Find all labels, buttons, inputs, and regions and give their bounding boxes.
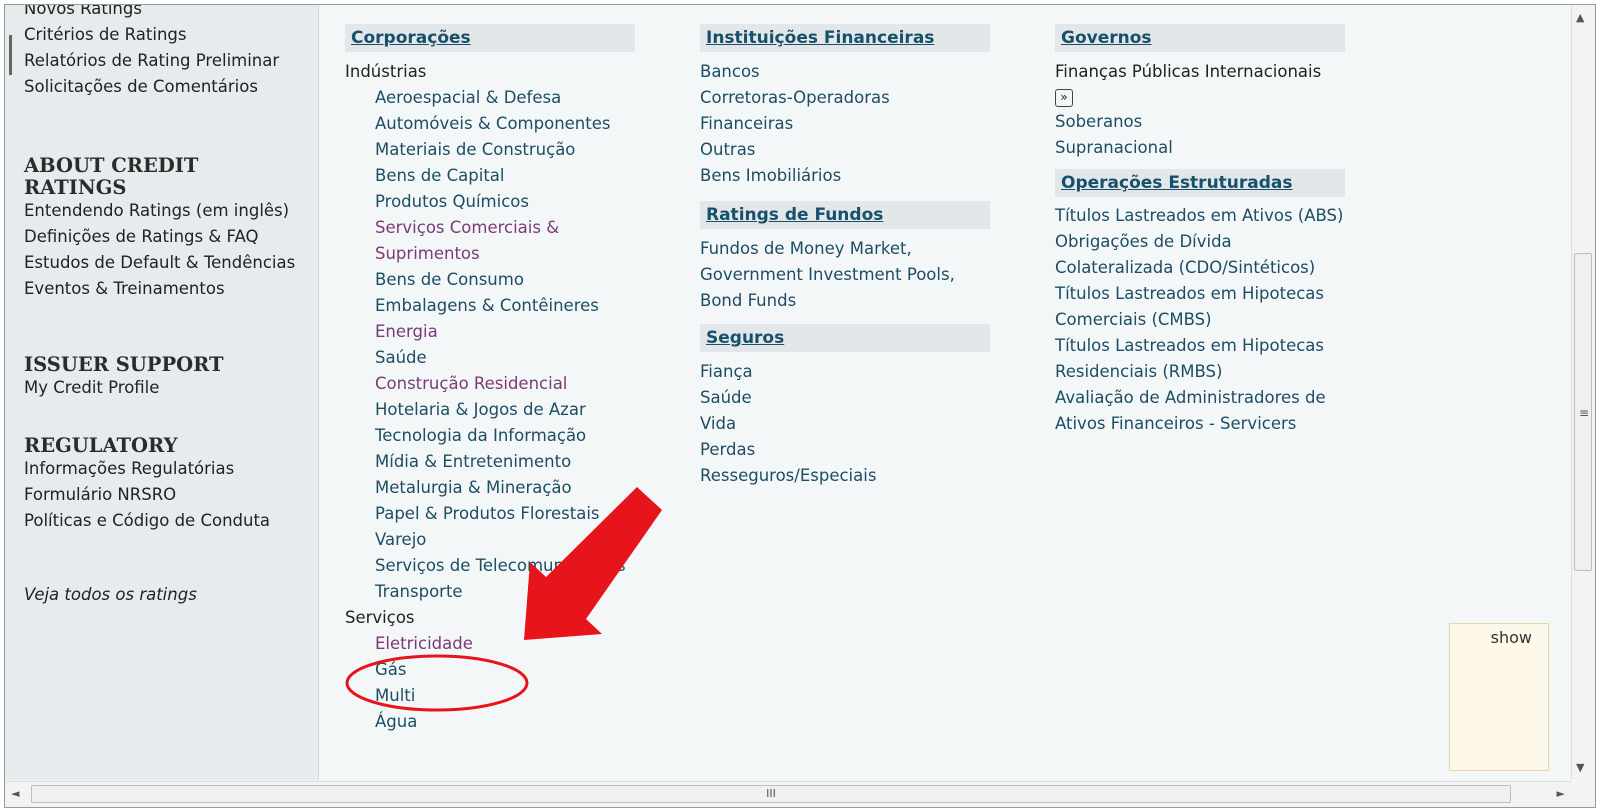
sidebar-about-link-3[interactable]: Eventos & Treinamentos: [24, 279, 304, 299]
show-link[interactable]: show: [1491, 628, 1532, 647]
sidebar-regulatory-link-1[interactable]: Formulário NRSRO: [24, 485, 304, 505]
operacao-link-1[interactable]: Obrigações de Dívida Colateralizada (CDO…: [1055, 229, 1345, 281]
sidebar-about-link-1[interactable]: Definições de Ratings & FAQ: [24, 227, 304, 247]
instituicoes-title-link[interactable]: Instituições Financeiras: [706, 28, 934, 48]
operacoes-title-link[interactable]: Operações Estruturadas: [1061, 173, 1293, 193]
operacao-link-4[interactable]: Avaliação de Administradores de Ativos F…: [1055, 385, 1345, 437]
industria-link-2[interactable]: Materiais de Construção: [345, 137, 635, 163]
sidebar-link-2[interactable]: Relatórios de Rating Preliminar: [24, 51, 304, 71]
horizontal-scroll-thumb[interactable]: III: [31, 785, 1511, 803]
column-corporacoes: Corporações Indústrias Aeroespacial & De…: [345, 24, 635, 735]
sidebar-link-0[interactable]: Novos Ratings: [24, 5, 304, 19]
industria-link-6[interactable]: Bens de Consumo: [345, 267, 635, 293]
main-content: Corporações Indústrias Aeroespacial & De…: [319, 5, 1549, 780]
seguro-link-0[interactable]: Fiança: [700, 359, 990, 385]
sidebar-edge-marker: [9, 35, 12, 75]
show-panel: show: [1449, 623, 1549, 771]
industria-link-15[interactable]: Papel & Produtos Florestais: [345, 501, 635, 527]
scroll-grip-icon: ≡: [1579, 406, 1590, 420]
servico-link-1[interactable]: Gás: [345, 657, 635, 683]
vertical-scroll-thumb[interactable]: ≡: [1574, 253, 1592, 571]
sidebar-issuer: ISSUER SUPPORT My Credit Profile: [24, 354, 304, 404]
issuer-support-heading: ISSUER SUPPORT: [24, 353, 224, 376]
industria-link-10[interactable]: Construção Residencial: [345, 371, 635, 397]
industria-link-0[interactable]: Aeroespacial & Defesa: [345, 85, 635, 111]
instituicao-link-2[interactable]: Financeiras: [700, 111, 990, 137]
industria-link-7[interactable]: Embalagens & Contêineres: [345, 293, 635, 319]
sidebar-top-links: Novos Ratings Critérios de Ratings Relatór…: [24, 5, 304, 103]
sidebar-regulatory: REGULATORY Informações Regulatórias Formu…: [24, 435, 304, 537]
seguro-link-1[interactable]: Saúde: [700, 385, 990, 411]
about-credit-ratings-heading: ABOUT CREDIT RATINGS: [24, 154, 199, 199]
industria-link-3[interactable]: Bens de Capital: [345, 163, 635, 189]
scroll-down-icon[interactable]: ▼: [1576, 761, 1584, 774]
instituicao-link-3[interactable]: Outras: [700, 137, 990, 163]
operacoes-header: Operações Estruturadas: [1055, 169, 1345, 197]
servico-link-2[interactable]: Multi: [345, 683, 635, 709]
servico-link-0[interactable]: Eletricidade: [345, 631, 635, 657]
sidebar-link-3[interactable]: Solicitações de Comentários: [24, 77, 304, 97]
fundos-link[interactable]: Fundos de Money Market, Government Inves…: [700, 236, 980, 314]
sidebar: Novos Ratings Critérios de Ratings Relatór…: [5, 5, 319, 780]
browser-frame: Novos Ratings Critérios de Ratings Relatór…: [4, 4, 1596, 808]
horizontal-scrollbar[interactable]: ◄ III ►: [5, 781, 1571, 807]
governo-link-1[interactable]: Supranacional: [1055, 135, 1345, 161]
industria-link-4[interactable]: Produtos Químicos: [345, 189, 635, 215]
industria-link-14[interactable]: Metalurgia & Mineração: [345, 475, 635, 501]
seguro-link-3[interactable]: Perdas: [700, 437, 990, 463]
industria-link-12[interactable]: Tecnologia da Informação: [345, 423, 635, 449]
sidebar-see-all: Veja todos os ratings: [24, 585, 304, 604]
industria-link-18[interactable]: Transporte: [345, 579, 635, 605]
instituicao-link-1[interactable]: Corretoras-Operadoras: [700, 85, 990, 111]
operacao-link-2[interactable]: Títulos Lastreados em Hipotecas Comercia…: [1055, 281, 1345, 333]
see-all-ratings-link[interactable]: Veja todos os ratings: [24, 585, 304, 604]
industria-link-13[interactable]: Mídia & Entretenimento: [345, 449, 635, 475]
servicos-label: Serviços: [345, 608, 415, 627]
scroll-up-icon[interactable]: ▲: [1576, 11, 1584, 24]
industrias-label: Indústrias: [345, 62, 427, 81]
expand-chevron-icon[interactable]: »: [1055, 89, 1073, 107]
corporacoes-title-link[interactable]: Corporações: [351, 28, 471, 48]
sidebar-regulatory-link-2[interactable]: Políticas e Código de Conduta: [24, 511, 304, 531]
corporacoes-header: Corporações: [345, 24, 635, 52]
sidebar-about: ABOUT CREDIT RATINGS Entendendo Ratings …: [24, 155, 304, 305]
sidebar-issuer-link-0[interactable]: My Credit Profile: [24, 378, 304, 398]
sidebar-about-link-2[interactable]: Estudos de Default & Tendências: [24, 253, 304, 273]
governos-header: Governos: [1055, 24, 1345, 52]
industria-link-11[interactable]: Hotelaria & Jogos de Azar: [345, 397, 635, 423]
instituicao-link-4[interactable]: Bens Imobiliários: [700, 163, 990, 189]
operacao-link-3[interactable]: Títulos Lastreados em Hipotecas Residenc…: [1055, 333, 1345, 385]
instituicao-link-0[interactable]: Bancos: [700, 59, 990, 85]
industria-link-5[interactable]: Serviços Comerciais & Suprimentos: [345, 215, 635, 267]
vertical-scrollbar[interactable]: ▲ ≡ ▼: [1571, 5, 1595, 780]
seguro-link-4[interactable]: Resseguros/Especiais: [700, 463, 990, 489]
industria-link-9[interactable]: Saúde: [345, 345, 635, 371]
financas-publicas-label: Finanças Públicas Internacionais: [1055, 62, 1322, 81]
regulatory-heading: REGULATORY: [24, 434, 178, 457]
instituicoes-header: Instituições Financeiras: [700, 24, 990, 52]
governos-title-link[interactable]: Governos: [1061, 28, 1152, 48]
expander-row: »: [1055, 85, 1345, 109]
scroll-right-icon[interactable]: ►: [1557, 787, 1565, 800]
fundos-title-link[interactable]: Ratings de Fundos: [706, 205, 883, 225]
governo-link-0[interactable]: Soberanos: [1055, 109, 1345, 135]
industria-link-8[interactable]: Energia: [345, 319, 635, 345]
industria-link-17[interactable]: Serviços de Telecomunicações: [345, 553, 635, 579]
seguros-header: Seguros: [700, 324, 990, 352]
seguro-link-2[interactable]: Vida: [700, 411, 990, 437]
sidebar-about-link-0[interactable]: Entendendo Ratings (em inglês): [24, 201, 304, 221]
sidebar-link-1[interactable]: Critérios de Ratings: [24, 25, 304, 45]
servico-link-3[interactable]: Água: [345, 709, 635, 735]
column-governos: Governos Finanças Públicas Internacionai…: [1055, 24, 1345, 437]
industria-link-16[interactable]: Varejo: [345, 527, 635, 553]
fundos-header: Ratings de Fundos: [700, 201, 990, 229]
operacao-link-0[interactable]: Títulos Lastreados em Ativos (ABS): [1055, 203, 1345, 229]
industria-link-1[interactable]: Automóveis & Componentes: [345, 111, 635, 137]
scroll-left-icon[interactable]: ◄: [11, 787, 19, 800]
seguros-title-link[interactable]: Seguros: [706, 328, 784, 348]
column-instituicoes: Instituições Financeiras Bancos Corretora…: [700, 24, 990, 489]
scrollbar-corner: [1571, 781, 1595, 807]
sidebar-regulatory-link-0[interactable]: Informações Regulatórias: [24, 459, 304, 479]
